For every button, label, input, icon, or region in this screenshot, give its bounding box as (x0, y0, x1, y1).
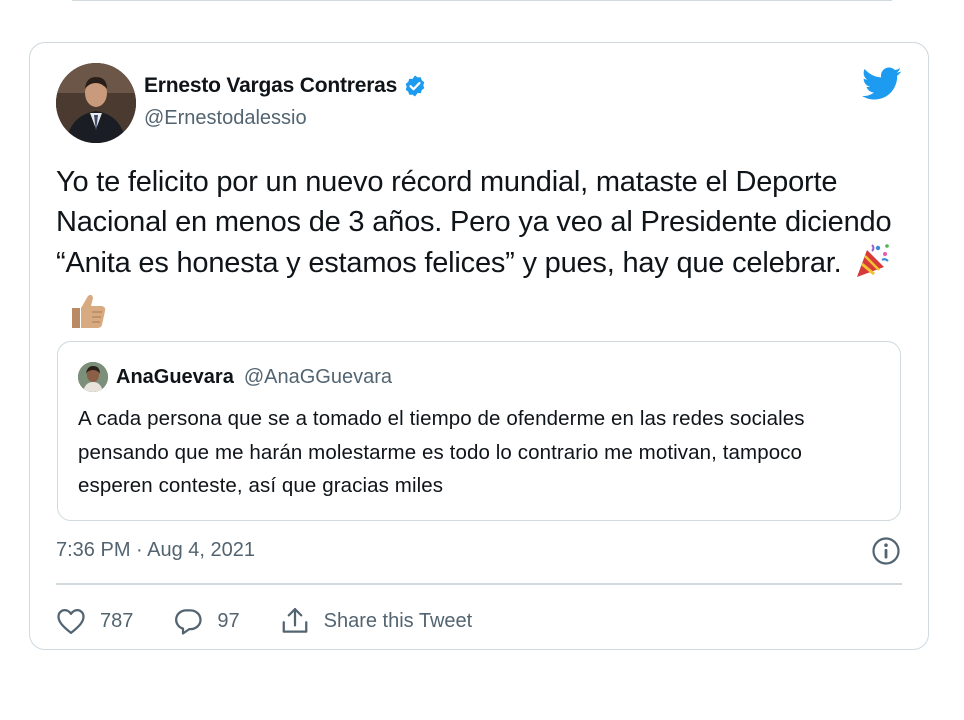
share-icon (280, 606, 310, 636)
author-name[interactable]: Ernesto Vargas Contreras (144, 74, 397, 98)
like-button[interactable]: 787 (56, 607, 133, 635)
share-button[interactable]: Share this Tweet (280, 606, 473, 636)
quoted-author-name[interactable]: AnaGuevara (116, 366, 234, 389)
reply-button[interactable]: 97 (173, 607, 240, 635)
tweet-timestamp[interactable]: 7:36 PM · Aug 4, 2021 (56, 539, 255, 562)
quoted-author-avatar[interactable] (78, 362, 108, 392)
tweet-actions: 787 97 Share this Tweet (56, 601, 512, 641)
like-count: 787 (100, 609, 134, 632)
twitter-bird-icon[interactable] (862, 67, 902, 101)
tweet-card[interactable]: Ernesto Vargas Contreras @Ernestodalessi… (29, 42, 929, 650)
author-handle[interactable]: @Ernestodalessio (144, 107, 307, 130)
party-popper-icon (854, 242, 892, 292)
quoted-tweet-header[interactable]: AnaGuevara @AnaGGuevara (78, 362, 392, 392)
reply-count: 97 (217, 609, 240, 632)
info-icon[interactable] (870, 535, 902, 567)
quoted-tweet[interactable]: AnaGuevara @AnaGGuevara A cada persona q… (57, 341, 901, 521)
quoted-tweet-text: A cada persona que se a tomado el tiempo… (78, 407, 805, 497)
actions-divider (56, 583, 902, 585)
verified-badge-icon (403, 74, 427, 98)
thumbs-up-icon (68, 292, 108, 342)
heart-icon (56, 607, 86, 635)
tweet-text: Yo te felicito por un nuevo récord mundi… (56, 163, 906, 341)
quoted-author-handle[interactable]: @AnaGGuevara (244, 366, 392, 389)
tweet-body: Yo te felicito por un nuevo récord mundi… (56, 166, 892, 279)
share-label: Share this Tweet (323, 609, 473, 632)
reply-icon (173, 607, 203, 635)
author-avatar[interactable] (56, 63, 136, 143)
previous-embed-edge (72, 0, 892, 1)
author-name-line[interactable]: Ernesto Vargas Contreras (144, 74, 427, 98)
